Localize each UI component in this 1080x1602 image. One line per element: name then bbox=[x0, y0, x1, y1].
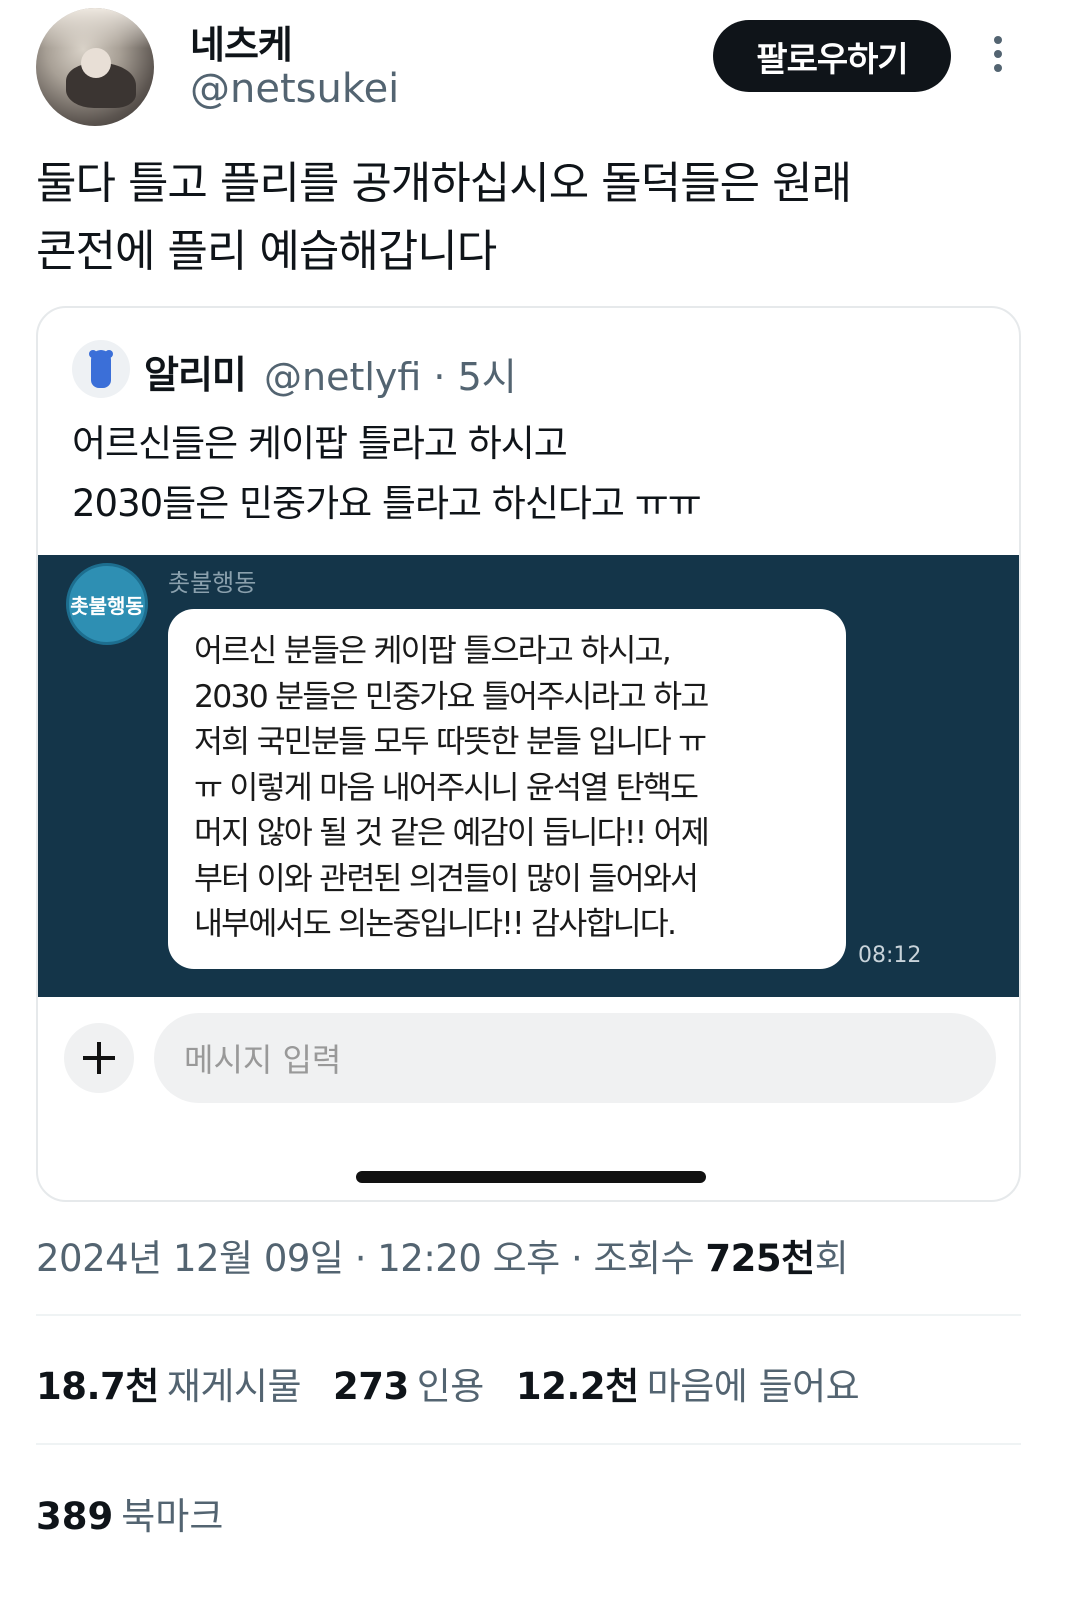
chat-message-line: 부터 이와 관련된 의견들이 많이 들어와서 bbox=[194, 860, 699, 897]
chat-message-bubble: 어르신 분들은 케이팝 틀으라고 하시고, 2030 분들은 민중가요 틀어주시… bbox=[168, 609, 846, 969]
chat-message-line: 2030 분들은 민중가요 틀어주시라고 하고 bbox=[194, 678, 709, 715]
quoted-author-name: 알리미 bbox=[144, 353, 247, 397]
quoted-author-avatar bbox=[72, 340, 130, 398]
view-count: 725천 bbox=[705, 1237, 815, 1280]
chat-message-line: 저희 국민분들 모두 따뜻한 분들 입니다 ㅠ bbox=[194, 724, 707, 760]
likes-count: 12.2천 bbox=[515, 1365, 639, 1408]
tweet-timestamp[interactable]: 2024년 12월 09일 · 12:20 오후 · 조회수 bbox=[36, 1237, 705, 1280]
retweets-count: 18.7천 bbox=[36, 1365, 159, 1408]
divider bbox=[36, 1314, 1021, 1316]
quoted-author-handle-time: @netlyfi · 5시 bbox=[264, 355, 517, 399]
tweet-text: 둘다 틀고 플리를 공개하십시오 돌덕들은 원래 콘전에 플리 예습해갑니다 bbox=[36, 150, 1036, 286]
chat-input-bar: 메시지 입력 bbox=[38, 997, 1019, 1137]
gummy-bear-icon bbox=[89, 350, 113, 388]
quotes-stat[interactable]: 273 인용 bbox=[333, 1356, 484, 1410]
chat-message-line: 어르신 분들은 케이팝 틀으라고 하시고, bbox=[194, 633, 672, 669]
quoted-tweet-text: 어르신들은 케이팝 틀라고 하시고 2030들은 민중가요 틀라고 하신다고 ㅠ… bbox=[72, 414, 702, 534]
chat-screenshot-image[interactable]: 촛불행동 촛불행동 어르신 분들은 케이팝 틀으라고 하시고, 2030 분들은… bbox=[38, 555, 1019, 997]
tweet-text-line: 둘다 틀고 플리를 공개하십시오 돌덕들은 원래 bbox=[36, 158, 852, 209]
chat-message-line: ㅠ 이렇게 마음 내어주시니 윤석열 탄핵도 bbox=[194, 769, 699, 806]
divider bbox=[36, 1443, 1021, 1445]
retweets-label: 재게시물 bbox=[166, 1365, 302, 1408]
attach-plus-button[interactable] bbox=[64, 1023, 134, 1093]
quoted-tweet[interactable]: 알리미 @netlyfi · 5시 어르신들은 케이팝 틀라고 하시고 2030… bbox=[36, 306, 1021, 1202]
message-input[interactable]: 메시지 입력 bbox=[154, 1013, 996, 1103]
plus-icon bbox=[83, 1042, 115, 1074]
home-indicator-bar bbox=[356, 1171, 706, 1183]
author-avatar[interactable] bbox=[36, 8, 154, 126]
view-count-suffix: 회 bbox=[814, 1237, 849, 1280]
quoted-text-line: 어르신들은 케이팝 틀라고 하시고 bbox=[72, 422, 568, 465]
engagement-stats: 18.7천 재게시물 273 인용 12.2천 마음에 들어요 bbox=[36, 1356, 891, 1410]
tweet-meta: 2024년 12월 09일 · 12:20 오후 · 조회수 725천회 bbox=[36, 1228, 849, 1282]
chat-message-line: 머지 않아 될 것 같은 예감이 듭니다!! 어제 bbox=[194, 815, 710, 851]
bookmarks-count: 389 bbox=[36, 1495, 114, 1538]
chat-message-time: 08:12 bbox=[858, 943, 922, 968]
follow-button[interactable]: 팔로우하기 bbox=[713, 20, 951, 92]
more-options-icon[interactable] bbox=[988, 36, 1008, 76]
retweets-stat[interactable]: 18.7천 재게시물 bbox=[36, 1356, 302, 1410]
quotes-count: 273 bbox=[333, 1365, 409, 1408]
author-display-name[interactable]: 네츠케 bbox=[190, 14, 293, 69]
chat-message-line: 내부에서도 의논중입니다!! 감사합니다. bbox=[194, 906, 677, 942]
quoted-text-line: 2030들은 민중가요 틀라고 하신다고 ㅠㅠ bbox=[72, 482, 702, 525]
likes-label: 마음에 들어요 bbox=[646, 1365, 860, 1408]
bookmarks-stat[interactable]: 389 북마크 bbox=[36, 1486, 223, 1540]
chat-sender-avatar: 촛불행동 bbox=[66, 563, 148, 645]
bookmarks-label: 북마크 bbox=[121, 1495, 224, 1538]
tweet-text-line: 콘전에 플리 예습해갑니다 bbox=[36, 226, 497, 277]
chat-sender-name: 촛불행동 bbox=[168, 569, 257, 597]
likes-stat[interactable]: 12.2천 마음에 들어요 bbox=[515, 1356, 860, 1410]
tweet-header: 네츠케 @netsukei 팔로우하기 bbox=[0, 0, 1080, 140]
author-handle[interactable]: @netsukei bbox=[190, 66, 399, 112]
quotes-label: 인용 bbox=[416, 1365, 485, 1408]
